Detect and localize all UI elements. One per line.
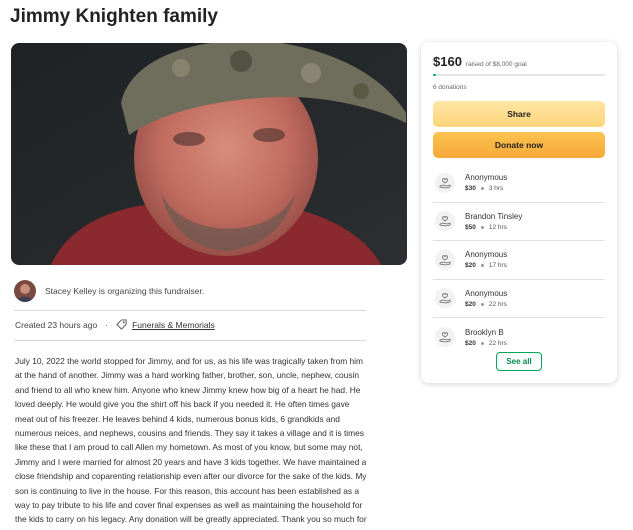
organizer-avatar[interactable] [14,280,36,302]
dot-separator [480,187,484,191]
dot-separator [480,341,484,345]
donor-item: Anonymous $20 17 hrs [433,241,605,280]
divider [14,340,366,341]
donor-item: Brooklyn B $20 22 hrs [433,318,605,357]
donor-list: Anonymous $30 3 hrs Brandon Tinsley $50 12… [433,164,605,357]
dot-separator [480,264,484,268]
progress-bar [433,74,605,76]
donor-item: Brandon Tinsley $50 12 hrs [433,203,605,241]
donor-amount: $20 [465,300,476,308]
heart-hand-icon [435,327,455,348]
organizer-row: Stacey Kelley is organizing this fundrai… [14,279,366,303]
fundraiser-meta: Created 23 hours ago · Funerals & Memori… [15,319,215,330]
donor-name: Brooklyn B [465,327,504,337]
raised-summary: $160 raised of $8,000 goal [433,54,527,69]
tag-icon [116,319,127,330]
donor-time: 17 hrs [488,262,507,270]
donor-name: Anonymous [465,173,508,183]
donor-amount: $50 [465,223,476,231]
donor-time: 3 hrs [488,185,504,193]
donation-count: 6 donations [433,84,467,91]
donor-amount: $20 [465,339,476,347]
donor-item: Anonymous $20 22 hrs [433,280,605,318]
organizer-text: Stacey Kelley is organizing this fundrai… [45,286,205,296]
see-all-button[interactable]: See all [496,352,542,371]
dot-separator [480,225,484,229]
raised-amount: $160 [433,54,462,69]
donate-now-button[interactable]: Donate now [433,132,605,158]
heart-hand-icon [435,249,455,270]
meta-separator: · [105,319,109,330]
page-title: Jimmy Knighten family [10,6,218,27]
category-link[interactable]: Funerals & Memorials [132,320,215,330]
share-button[interactable]: Share [433,101,605,127]
donor-time: 12 hrs [488,223,507,231]
donor-time: 22 hrs [488,339,507,347]
donor-name: Brandon Tinsley [465,211,523,221]
donation-card: $160 raised of $8,000 goal 6 donations S… [421,42,617,383]
dot-separator [480,302,484,306]
donor-name: Anonymous [465,288,508,298]
fundraiser-photo [11,43,407,265]
progress-fill [433,74,437,76]
divider [14,310,366,311]
story-text: July 10, 2022 the world stopped for Jimm… [15,356,367,530]
heart-hand-icon [435,211,455,232]
raised-goal: raised of $8,000 goal [465,61,527,68]
donor-item: Anonymous $30 3 hrs [433,164,605,203]
created-time: Created 23 hours ago [15,319,98,330]
donor-time: 22 hrs [488,300,507,308]
donor-amount: $20 [465,262,476,270]
donor-amount: $30 [465,185,476,193]
donor-name: Anonymous [465,250,508,260]
heart-hand-icon [435,172,455,193]
heart-hand-icon [435,288,455,309]
